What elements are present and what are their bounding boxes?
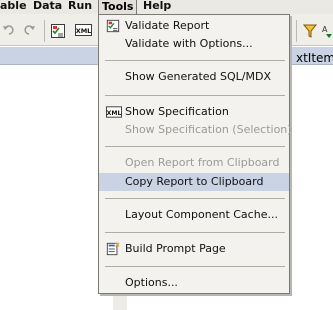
prompt-page-icon bbox=[106, 242, 120, 256]
tools-menu: Validate Report Validate with Options...… bbox=[98, 14, 292, 294]
menu-item-label: Copy Report to Clipboard bbox=[125, 175, 264, 188]
svg-text:XML: XML bbox=[107, 110, 122, 117]
menu-divider bbox=[105, 266, 285, 267]
menu-item-layout-component-cache[interactable]: Layout Component Cache... bbox=[99, 206, 289, 224]
menu-divider bbox=[105, 60, 285, 61]
menu-item-show-specification[interactable]: XML Show Specification bbox=[99, 103, 289, 121]
menu-item-label: Layout Component Cache... bbox=[125, 208, 278, 221]
menu-item-label: Build Prompt Page bbox=[125, 242, 226, 255]
menu-item-label: Show Generated SQL/MDX bbox=[125, 70, 272, 83]
menu-item-show-specification-selection: Show Specification (Selection) bbox=[99, 121, 292, 139]
menu-item-options[interactable]: Options... bbox=[99, 274, 289, 292]
toolbar-separator bbox=[44, 20, 45, 42]
xml-icon[interactable]: XML bbox=[75, 23, 92, 39]
validate-icon bbox=[106, 19, 120, 33]
filter-icon[interactable] bbox=[302, 23, 318, 39]
strip-label: xtItem bbox=[296, 51, 333, 65]
menu-item-label: Open Report from Clipboard bbox=[125, 156, 280, 169]
menu-tools[interactable]: Tools bbox=[98, 0, 138, 14]
menu-table[interactable]: able bbox=[0, 0, 27, 13]
redo-icon[interactable] bbox=[22, 23, 36, 39]
menu-divider bbox=[105, 146, 285, 147]
menu-item-build-prompt-page[interactable]: Build Prompt Page bbox=[99, 240, 289, 258]
menu-data[interactable]: Data bbox=[33, 0, 62, 13]
validate-icon[interactable] bbox=[50, 23, 66, 39]
svg-text:A: A bbox=[322, 25, 328, 34]
menu-item-open-report-from-clipboard: Open Report from Clipboard bbox=[99, 154, 289, 172]
menu-bar: able Data Run Tools Help bbox=[0, 0, 333, 14]
menu-item-show-generated-sql[interactable]: Show Generated SQL/MDX bbox=[99, 68, 289, 86]
menu-divider bbox=[105, 95, 285, 96]
svg-text:XML: XML bbox=[76, 27, 92, 35]
menu-item-label: Validate Report bbox=[125, 19, 210, 32]
sort-icon[interactable]: A bbox=[322, 23, 333, 39]
menu-run[interactable]: Run bbox=[68, 0, 92, 13]
menu-item-validate-with-options[interactable]: Validate with Options... bbox=[99, 35, 289, 53]
menu-item-label: Options... bbox=[125, 276, 178, 289]
menu-item-label: Validate with Options... bbox=[125, 37, 253, 50]
toolbar-separator bbox=[296, 20, 297, 42]
menu-item-label: Show Specification (Selection) bbox=[125, 123, 292, 136]
undo-icon[interactable] bbox=[2, 23, 16, 39]
menu-item-validate-report[interactable]: Validate Report bbox=[99, 17, 289, 35]
menu-item-label: Show Specification bbox=[125, 105, 229, 118]
scroll-track[interactable] bbox=[113, 296, 127, 310]
menu-divider bbox=[105, 232, 285, 233]
menu-help[interactable]: Help bbox=[143, 0, 171, 13]
xml-icon: XML bbox=[106, 105, 122, 119]
menu-item-copy-report-to-clipboard[interactable]: Copy Report to Clipboard bbox=[99, 173, 289, 191]
menu-divider bbox=[105, 198, 285, 199]
